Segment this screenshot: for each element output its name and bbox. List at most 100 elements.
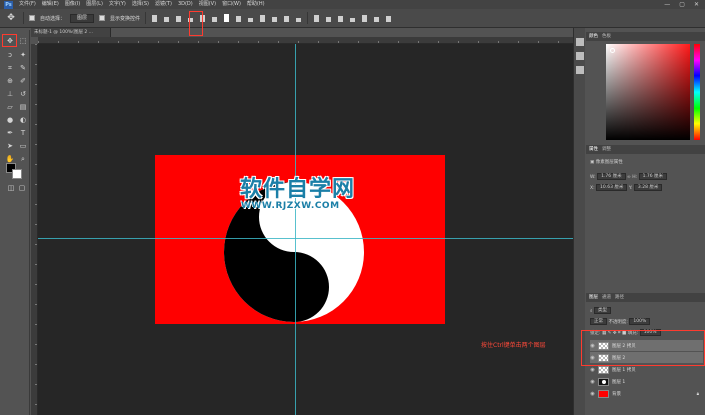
layer-row[interactable]: ◉ 图层 1 <box>590 376 703 387</box>
tab-channels[interactable]: 通道 <box>602 293 611 302</box>
marquee-tool-icon[interactable]: ⬚ <box>17 36 29 46</box>
dodge-tool-icon[interactable]: ◐ <box>17 115 29 125</box>
eraser-tool-icon[interactable]: ▱ <box>4 102 16 112</box>
minimize-button[interactable]: — <box>664 1 670 8</box>
menu-view[interactable]: 视图(V) <box>199 0 216 9</box>
3d-mode-icon[interactable] <box>325 14 332 22</box>
align-bottom-icon[interactable] <box>175 14 182 22</box>
auto-align-icon[interactable] <box>313 14 320 22</box>
history-panel-icon[interactable] <box>576 38 584 46</box>
3d-roll-icon[interactable] <box>349 14 356 22</box>
canvas-area[interactable]: 软件自学网 WWW.RJZXW.COM <box>38 44 573 415</box>
document-tab[interactable]: 未标题-1 @ 100%(图层 2 ... <box>31 28 111 37</box>
menu-file[interactable]: 文件(F) <box>19 0 36 9</box>
highlight-selected-layers <box>581 330 705 366</box>
3d-rotate-icon[interactable] <box>337 14 344 22</box>
menu-bar: Ps 文件(F) 编辑(E) 图像(I) 图层(L) 文字(Y) 选择(S) 滤… <box>0 0 705 9</box>
actions-panel-icon[interactable] <box>576 52 584 60</box>
color-picker-field[interactable] <box>606 44 690 140</box>
auto-select-checkbox[interactable] <box>29 15 35 21</box>
layer-row[interactable]: ◉ 背景 🔒︎ <box>590 388 703 399</box>
blur-tool-icon[interactable]: ● <box>4 115 16 125</box>
healing-brush-icon[interactable]: ⊕ <box>4 76 16 86</box>
color-picker-cursor[interactable] <box>610 48 615 53</box>
link-icon[interactable]: ∞ <box>627 175 631 180</box>
properties-panel-tabs: 属性 调整 <box>586 145 705 154</box>
photoshop-logo: Ps <box>4 0 13 9</box>
lasso-tool-icon[interactable]: ↄ <box>4 50 16 60</box>
color-panel-tabs: 颜色 色板 <box>586 32 705 41</box>
menu-image[interactable]: 图像(I) <box>65 0 80 9</box>
menu-window[interactable]: 窗口(W) <box>222 0 241 9</box>
3d-slide-icon[interactable] <box>373 14 380 22</box>
shape-tool-icon[interactable]: ▭ <box>17 141 29 151</box>
height-field[interactable]: 1.76 厘米 <box>638 173 668 180</box>
y-field[interactable]: 3.28 厘米 <box>633 184 663 191</box>
separator <box>307 12 309 24</box>
vertical-ruler[interactable] <box>31 44 38 415</box>
menu-help[interactable]: 帮助(H) <box>247 0 265 9</box>
align-right-icon[interactable] <box>211 14 218 22</box>
maximize-button[interactable]: ▢ <box>679 1 685 8</box>
tab-swatches[interactable]: 色板 <box>602 32 611 41</box>
brush-tool-icon[interactable]: ✐ <box>17 76 29 86</box>
eye-icon[interactable]: ◉ <box>590 367 595 373</box>
layer-name: 背景 <box>612 391 621 397</box>
layer-kind-filter[interactable]: 类型 <box>593 307 611 314</box>
menu-select[interactable]: 选择(S) <box>132 0 149 9</box>
path-selection-icon[interactable]: ➤ <box>4 141 16 151</box>
layer-name: 图层 1 <box>612 379 626 385</box>
hue-slider[interactable] <box>694 44 700 140</box>
gradient-tool-icon[interactable]: ▤ <box>17 102 29 112</box>
move-tool-preset-icon[interactable]: ✥ <box>4 12 18 24</box>
close-button[interactable]: ✕ <box>694 1 699 8</box>
menu-3d[interactable]: 3D(D) <box>178 0 193 9</box>
eye-icon[interactable]: ◉ <box>590 379 595 385</box>
tab-properties[interactable]: 属性 <box>589 145 598 154</box>
zoom-tool-icon[interactable]: ⌕ <box>17 154 29 164</box>
blend-mode-dropdown[interactable]: 正常 <box>590 318 607 325</box>
eye-icon[interactable]: ◉ <box>590 391 595 397</box>
tab-paths[interactable]: 路径 <box>615 293 624 302</box>
distribute-bottom-icon[interactable] <box>259 14 266 22</box>
menu-edit[interactable]: 编辑(E) <box>42 0 59 9</box>
x-field[interactable]: 10.63 厘米 <box>596 184 628 191</box>
crop-tool-icon[interactable]: ⌗ <box>4 63 16 73</box>
background-color-swatch[interactable] <box>12 169 22 179</box>
auto-select-dropdown[interactable]: 图层 <box>70 13 95 23</box>
tab-adjustments[interactable]: 调整 <box>602 145 611 154</box>
options-bar: ✥ 自动选择： 图层 显示变换控件 <box>0 9 705 28</box>
properties-size-row: W: 1.76 厘米 ∞ H: 1.76 厘米 <box>590 173 668 180</box>
vertical-guide[interactable] <box>295 44 296 415</box>
type-tool-icon[interactable]: T <box>17 128 29 138</box>
screen-mode-icon[interactable]: ▢ <box>16 183 28 193</box>
clone-stamp-icon[interactable]: ⊥ <box>4 89 16 99</box>
distribute-top-icon[interactable] <box>235 14 242 22</box>
horizontal-ruler[interactable] <box>38 37 573 44</box>
horizontal-guide[interactable] <box>38 238 573 239</box>
3d-scale-icon[interactable] <box>385 14 392 22</box>
distribute-right-icon[interactable] <box>295 14 302 22</box>
pen-tool-icon[interactable]: ✒ <box>4 128 16 138</box>
menu-layer[interactable]: 图层(L) <box>86 0 103 9</box>
layer-thumbnail <box>598 365 609 374</box>
magic-wand-icon[interactable]: ✦ <box>17 50 29 60</box>
align-vertical-centers-icon[interactable] <box>223 14 230 22</box>
distribute-hcenter-icon[interactable] <box>283 14 290 22</box>
window-controls: — ▢ ✕ <box>664 1 705 8</box>
width-field[interactable]: 1.76 厘米 <box>597 173 626 180</box>
3d-pan-icon[interactable] <box>361 14 368 22</box>
history-brush-icon[interactable]: ↺ <box>17 89 29 99</box>
distribute-vcenter-icon[interactable] <box>247 14 254 22</box>
align-top-icon[interactable] <box>151 14 158 22</box>
brush-panel-icon[interactable] <box>576 66 584 74</box>
tab-layers[interactable]: 图层 <box>589 293 598 302</box>
tab-color[interactable]: 颜色 <box>589 32 598 41</box>
align-vcenter-icon[interactable] <box>163 14 170 22</box>
show-transform-checkbox[interactable] <box>99 15 106 21</box>
eyedropper-icon[interactable]: ✎ <box>17 63 29 73</box>
distribute-left-icon[interactable] <box>271 14 278 22</box>
opacity-field[interactable]: 100% <box>629 318 651 325</box>
menu-filter[interactable]: 滤镜(T) <box>155 0 172 9</box>
menu-type[interactable]: 文字(Y) <box>109 0 126 9</box>
